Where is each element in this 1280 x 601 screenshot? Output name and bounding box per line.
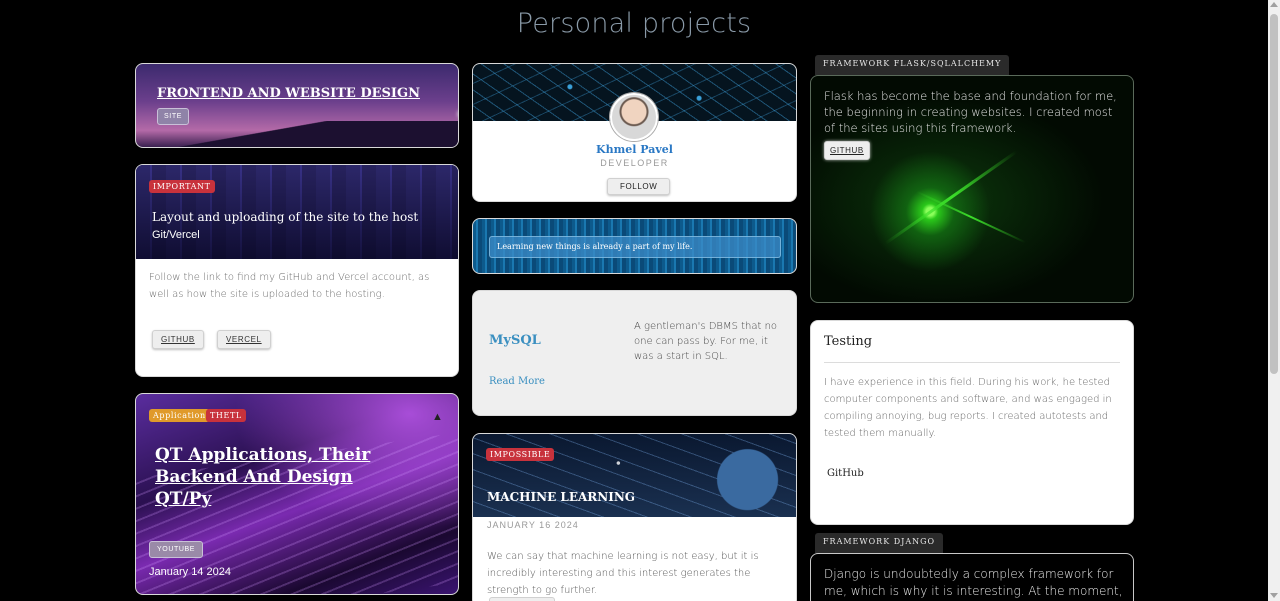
moon-icon (458, 111, 459, 117)
pin-icon: ▲ (432, 411, 443, 423)
impossible-badge: IMPOSSIBLE (486, 448, 555, 461)
qt-applications-card: Application THETL ▲ QT Applications, The… (135, 393, 459, 595)
profile-card: Khmel Pavel DEVELOPER FOLLOW (472, 63, 797, 202)
flask-tab-label: FRAMEWORK FLASK/SQLALCHEMY (815, 55, 1010, 75)
application-badge: Application (149, 409, 210, 422)
site-button[interactable]: SITE (157, 108, 189, 125)
frontend-card-title[interactable]: FRONTEND AND WEBSITE DESIGN (157, 86, 420, 101)
testing-card: Testing I have experience in this field.… (810, 320, 1134, 525)
read-more-link[interactable]: Read More (489, 376, 545, 387)
divider (824, 362, 1120, 363)
profile-name: Khmel Pavel (596, 143, 673, 156)
layout-card-title: Layout and uploading of the site to the … (152, 210, 419, 224)
green-light-streak (916, 190, 1026, 244)
vercel-button[interactable]: VERCEL (217, 330, 271, 349)
qt-title-line-1[interactable]: QT Applications, Their Backend And Desig… (155, 444, 445, 488)
machine-learning-card: IMPOSSIBLE MACHINE LEARNING JANUARY 16 2… (472, 433, 797, 601)
testing-github-link[interactable]: GitHub (827, 468, 864, 479)
ml-card-description: We can say that machine learning is not … (487, 551, 759, 596)
flask-card: Flask has become the base and foundation… (810, 75, 1134, 303)
scroll-up-arrow-icon[interactable] (1270, 2, 1278, 7)
follow-button[interactable]: FOLLOW (607, 178, 671, 195)
vertical-scrollbar[interactable] (1268, 0, 1280, 601)
django-tab-label: FRAMEWORK DJANGO (815, 533, 944, 553)
layout-card-subtitle: Git/Vercel (152, 229, 200, 241)
qt-title-line-2[interactable]: QT/Py (155, 488, 445, 510)
important-badge: IMPORTANT (149, 180, 215, 193)
ml-card-date: JANUARY 16 2024 (487, 520, 579, 530)
testing-card-title: Testing (824, 334, 873, 349)
qt-card-title[interactable]: QT Applications, Their Backend And Desig… (155, 444, 445, 510)
scrollbar-thumb[interactable] (1270, 14, 1278, 374)
ml-card-title: MACHINE LEARNING (487, 490, 636, 504)
thetl-badge: THETL (206, 409, 246, 422)
flask-github-button[interactable]: GITHUB (824, 141, 870, 160)
layout-hosting-card: IMPORTANT Layout and uploading of the si… (135, 164, 459, 377)
testing-card-description: I have experience in this field. During … (824, 377, 1112, 439)
page-title: Personal projects (516, 8, 752, 39)
quote-text: Learning new things is already a part of… (489, 236, 781, 258)
avatar (610, 93, 658, 141)
mysql-card: MySQL Read More A gentleman's DBMS that … (472, 290, 797, 416)
django-card-description: Django is undoubtedly a complex framewor… (824, 567, 1123, 598)
github-button[interactable]: GITHUB (152, 330, 204, 349)
layout-card-description: Follow the link to find my GitHub and Ve… (149, 272, 430, 300)
qt-card-date: January 14 2024 (149, 566, 231, 578)
ml-card-button[interactable] (489, 597, 555, 601)
quote-card: Learning new things is already a part of… (472, 218, 797, 274)
frontend-design-card[interactable]: FRONTEND AND WEBSITE DESIGN SITE (135, 63, 459, 148)
scroll-down-arrow-icon[interactable] (1270, 593, 1278, 598)
django-card: Django is undoubtedly a complex framewor… (810, 553, 1134, 601)
profile-role: DEVELOPER (600, 158, 669, 168)
youtube-button[interactable]: YOUTUBE (149, 541, 204, 558)
network-globe-image (473, 434, 796, 517)
flask-card-description: Flask has become the base and foundation… (824, 89, 1117, 135)
mysql-card-title: MySQL (489, 333, 541, 348)
mysql-card-description: A gentleman's DBMS that no one can pass … (634, 321, 778, 362)
